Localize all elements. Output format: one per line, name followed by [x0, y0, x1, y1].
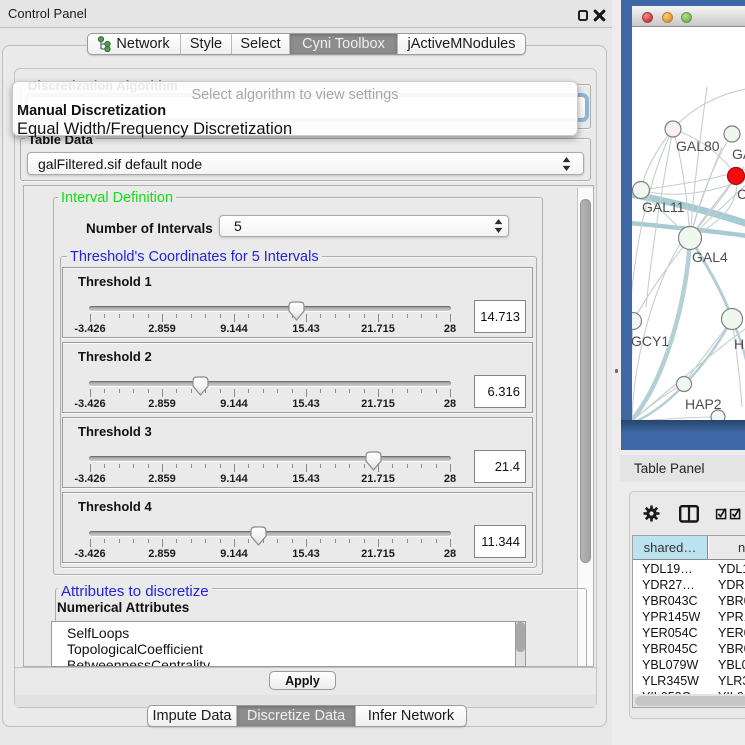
svg-text:GAL80: GAL80 [676, 138, 720, 154]
svg-text:HAP2: HAP2 [685, 396, 722, 412]
svg-text:GCY1: GCY1 [632, 333, 669, 349]
svg-text:GAL4: GAL4 [692, 249, 728, 265]
svg-text:GA: GA [732, 146, 745, 162]
svg-text:GAL11: GAL11 [642, 199, 685, 215]
svg-text:C: C [737, 186, 745, 202]
svg-text:H: H [734, 336, 744, 352]
